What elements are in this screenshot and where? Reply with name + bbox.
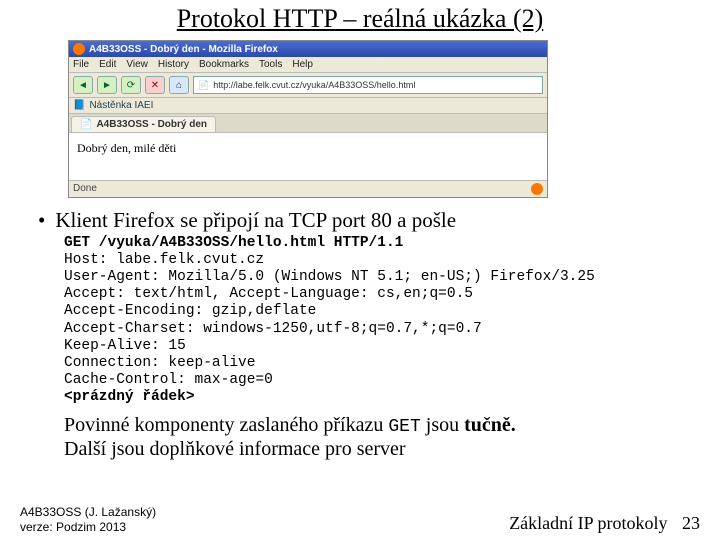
- footer-version: verze: Podzim 2013: [20, 520, 126, 534]
- menu-bookmarks[interactable]: Bookmarks: [199, 59, 249, 70]
- toolbar: ◄ ► ⟳ ✕ ⌂ 📄 http://labe.felk.cvut.cz/vyu…: [69, 73, 547, 98]
- code-line: Accept-Encoding: gzip,deflate: [64, 303, 700, 320]
- code-line: Keep-Alive: 15: [64, 338, 700, 355]
- footer-left: A4B33OSS (J. Lažanský) verze: Podzim 201…: [20, 505, 156, 534]
- para-bold: tučně.: [464, 414, 516, 436]
- home-icon[interactable]: ⌂: [169, 76, 189, 94]
- page-content: Dobrý den, milé děti: [69, 132, 547, 180]
- slide-title: Protokol HTTP – reálná ukázka (2): [20, 4, 700, 34]
- firefox-icon: [73, 43, 85, 55]
- firefox-status-icon: [531, 183, 543, 195]
- code-line: Accept-Charset: windows-1250,utf-8;q=0.7…: [64, 321, 700, 338]
- bookmarks-bar: 📘 Nástěnka IAEI: [69, 98, 547, 114]
- code-line: Cache-Control: max-age=0: [64, 372, 700, 389]
- tab-active[interactable]: 📄 A4B33OSS - Dobrý den: [71, 116, 216, 132]
- page-icon: 📄: [198, 80, 209, 91]
- menu-edit[interactable]: Edit: [99, 59, 116, 70]
- para-get: GET: [388, 417, 420, 437]
- window-titlebar: A4B33OSS - Dobrý den - Mozilla Firefox: [69, 41, 547, 57]
- bookmark-icon: 📘: [73, 100, 85, 111]
- page-number: 23: [682, 513, 700, 533]
- code-line: GET /vyuka/A4B33OSS/hello.html HTTP/1.1: [64, 235, 700, 252]
- menu-history[interactable]: History: [158, 59, 189, 70]
- footer-course: A4B33OSS (J. Lažanský): [20, 505, 156, 519]
- url-input[interactable]: 📄 http://labe.felk.cvut.cz/vyuka/A4B33OS…: [193, 76, 543, 94]
- bookmark-label[interactable]: Nástěnka IAEI: [89, 100, 153, 111]
- para-line2: Další jsou doplňkové informace pro serve…: [64, 438, 406, 460]
- page-text: Dobrý den, milé děti: [77, 141, 176, 155]
- code-line: <prázdný řádek>: [64, 389, 700, 406]
- tab-icon: 📄: [80, 119, 92, 130]
- reload-icon[interactable]: ⟳: [121, 76, 141, 94]
- explanation-paragraph: Povinné komponenty zaslaného příkazu GET…: [64, 414, 700, 461]
- code-line: Accept: text/html, Accept-Language: cs,e…: [64, 286, 700, 303]
- menu-tools[interactable]: Tools: [259, 59, 282, 70]
- bullet-line: • Klient Firefox se připojí na TCP port 8…: [38, 208, 700, 233]
- tab-label: A4B33OSS - Dobrý den: [96, 119, 207, 130]
- bullet-text: Klient Firefox se připojí na TCP port 80…: [55, 208, 456, 232]
- footer-topic: Základní IP protokoly: [509, 513, 667, 533]
- menu-help[interactable]: Help: [292, 59, 313, 70]
- code-line: Connection: keep-alive: [64, 355, 700, 372]
- http-request-block: GET /vyuka/A4B33OSS/hello.html HTTP/1.1H…: [64, 235, 700, 406]
- url-text: http://labe.felk.cvut.cz/vyuka/A4B33OSS/…: [213, 80, 415, 90]
- window-title-text: A4B33OSS - Dobrý den - Mozilla Firefox: [89, 44, 278, 55]
- statusbar: Done: [69, 180, 547, 197]
- menu-view[interactable]: View: [126, 59, 148, 70]
- stop-icon[interactable]: ✕: [145, 76, 165, 94]
- back-icon[interactable]: ◄: [73, 76, 93, 94]
- code-line: Host: labe.felk.cvut.cz: [64, 252, 700, 269]
- code-line: User-Agent: Mozilla/5.0 (Windows NT 5.1;…: [64, 269, 700, 286]
- para-pre: Povinné komponenty zaslaného příkazu: [64, 414, 388, 436]
- para-mid: jsou: [421, 414, 464, 436]
- footer-right: Základní IP protokoly 23: [509, 513, 700, 534]
- bullet-icon: •: [38, 208, 45, 233]
- firefox-window: A4B33OSS - Dobrý den - Mozilla Firefox F…: [68, 40, 548, 198]
- footer: A4B33OSS (J. Lažanský) verze: Podzim 201…: [20, 505, 700, 534]
- status-text: Done: [73, 183, 97, 195]
- slide: Protokol HTTP – reálná ukázka (2) A4B33O…: [0, 0, 720, 540]
- forward-icon[interactable]: ►: [97, 76, 117, 94]
- menubar: File Edit View History Bookmarks Tools H…: [69, 57, 547, 73]
- tab-strip: 📄 A4B33OSS - Dobrý den: [69, 114, 547, 132]
- menu-file[interactable]: File: [73, 59, 89, 70]
